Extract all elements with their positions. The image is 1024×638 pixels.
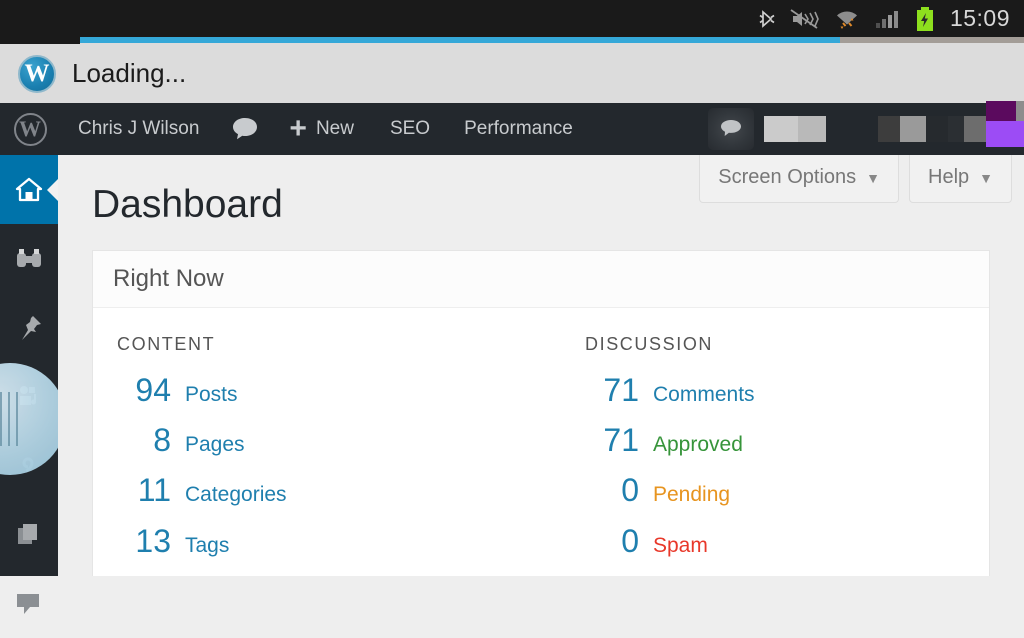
touch-indicator-line [16, 392, 18, 446]
stat-row-comments[interactable]: 71 Comments [583, 369, 1003, 411]
comments-label: Comments [653, 383, 755, 406]
home-icon [15, 177, 43, 201]
wifi-icon [833, 7, 861, 31]
signal-icon [874, 7, 902, 31]
placeholder-block [764, 116, 798, 142]
placeholder-gap [826, 116, 878, 142]
spam-count: 0 [621, 522, 639, 559]
stat-row-posts[interactable]: 94 Posts [115, 369, 535, 411]
content-column: CONTENT 94 Posts 8 Pages 11 Categories 1… [115, 334, 535, 570]
tags-label: Tags [185, 533, 230, 557]
approved-count: 71 [603, 422, 639, 459]
posts-count: 94 [135, 372, 171, 408]
pending-count: 0 [621, 472, 639, 509]
admin-bar-user-name[interactable]: Chris J Wilson [78, 103, 199, 155]
right-now-widget-title: Right Now [93, 251, 989, 308]
screen-options-label: Screen Options [718, 166, 857, 188]
placeholder-block [964, 116, 986, 142]
browser-chrome: W Loading... [0, 37, 1024, 103]
categories-count: 11 [137, 472, 171, 509]
chevron-down-icon: ▼ [866, 169, 880, 186]
discussion-column: DISCUSSION 71 Comments 71 Approved 0 Pen… [583, 334, 1003, 570]
comment-bubble-icon[interactable] [231, 103, 259, 155]
admin-bar-seo-menu[interactable]: SEO [390, 103, 430, 155]
admin-bar-right-group [708, 100, 1024, 155]
page-load-progress-fill [80, 37, 840, 43]
touch-indicator-line [0, 392, 2, 446]
stat-row-pages[interactable]: 8 Pages [115, 419, 535, 461]
right-now-widget: Right Now CONTENT 94 Posts 8 Pages 11 Ca… [92, 250, 990, 576]
tags-count: 13 [135, 522, 171, 559]
sidebar-item-jetpack[interactable] [0, 224, 58, 293]
admin-bar-notification-icon[interactable] [708, 108, 754, 150]
stat-row-tags[interactable]: 13 Tags [115, 520, 535, 562]
comment-bubble-icon [17, 593, 39, 614]
accent-block-violet [986, 120, 1024, 147]
battery-charging-icon [915, 6, 935, 32]
placeholder-block [878, 116, 900, 142]
mute-icon [790, 7, 820, 31]
help-label: Help [928, 166, 970, 188]
admin-bar-accent-block [986, 100, 1024, 152]
wordpress-icon: W [18, 54, 56, 93]
admin-bar-wordpress-icon[interactable]: W [0, 103, 60, 155]
stat-row-categories[interactable]: 11 Categories [115, 469, 535, 511]
page-title: Dashboard [92, 183, 283, 226]
browser-tab-title: Loading... [72, 58, 187, 88]
placeholder-block [900, 116, 926, 142]
sidebar-item-pages[interactable] [0, 500, 58, 569]
admin-bar-new-label: New [315, 118, 354, 139]
touch-indicator-line [8, 392, 10, 446]
pin-icon [22, 315, 41, 340]
stat-row-pending[interactable]: 0 Pending [583, 469, 1003, 511]
pages-label: Pages [185, 433, 245, 457]
accent-block-dark [986, 100, 1016, 121]
placeholder-block [948, 116, 964, 142]
android-status-bar: 15:09 [0, 0, 1024, 37]
pages-count: 8 [153, 422, 171, 459]
chevron-down-icon: ▼ [979, 169, 993, 186]
binoculars-icon [17, 248, 41, 267]
stat-row-spam[interactable]: 0 Spam [583, 520, 1003, 562]
browser-tab[interactable]: W Loading... [0, 44, 1024, 103]
pages-icon [18, 523, 37, 544]
main-content: Screen Options ▼ Help ▼ Dashboard Right … [58, 155, 1024, 576]
sidebar-item-dashboard[interactable] [0, 155, 58, 224]
comments-count: 71 [603, 372, 639, 408]
placeholder-block [798, 116, 826, 142]
chrome-edge [0, 37, 80, 44]
screen-meta-links: Screen Options ▼ Help ▼ [699, 155, 1012, 203]
approved-label: Approved [653, 433, 743, 457]
page-load-progress-bar [80, 37, 1024, 43]
admin-bar-performance-menu[interactable]: Performance [464, 103, 573, 155]
placeholder-block [1016, 100, 1024, 121]
help-button[interactable]: Help ▼ [909, 155, 1012, 203]
content-heading: CONTENT [117, 334, 216, 354]
discussion-heading: DISCUSSION [585, 334, 714, 354]
screen-options-button[interactable]: Screen Options ▼ [699, 155, 899, 203]
posts-label: Posts [185, 383, 238, 406]
admin-bar-new-button[interactable]: + New [289, 103, 354, 155]
plus-icon: + [289, 112, 307, 145]
pending-label: Pending [653, 483, 731, 507]
spam-label: Spam [653, 533, 708, 557]
status-clock: 15:09 [949, 5, 1010, 31]
sidebar-item-comments[interactable] [0, 569, 58, 638]
right-now-widget-body: CONTENT 94 Posts 8 Pages 11 Categories 1… [93, 308, 989, 576]
bluetooth-icon [757, 7, 777, 31]
sidebar-active-arrow [47, 178, 58, 201]
wp-admin-bar: W Chris J Wilson + New SEO Performance [0, 100, 1024, 155]
categories-label: Categories [185, 483, 287, 507]
sidebar-item-posts[interactable] [0, 293, 58, 362]
placeholder-block [926, 116, 948, 142]
stat-row-approved[interactable]: 71 Approved [583, 419, 1003, 461]
